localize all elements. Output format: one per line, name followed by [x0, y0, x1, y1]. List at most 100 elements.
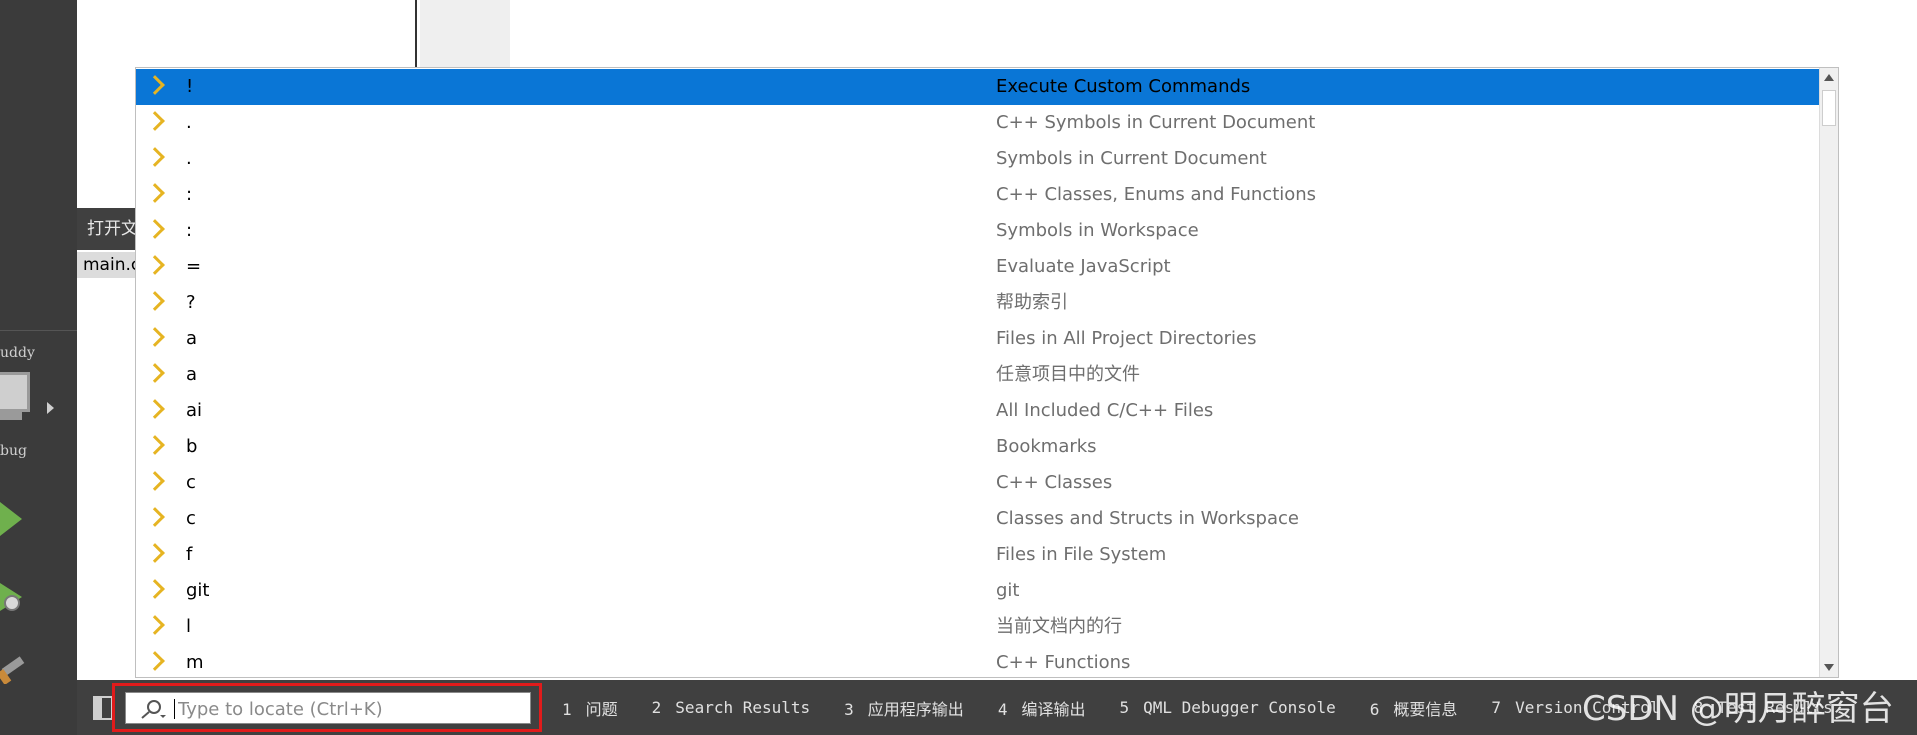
- search-icon: [141, 700, 166, 719]
- pane-number: 7: [1491, 698, 1502, 717]
- chevron-right-icon: [145, 363, 165, 383]
- locator-row[interactable]: c Classes and Structs in Workspace: [136, 501, 1819, 537]
- locator-row[interactable]: b Bookmarks: [136, 429, 1819, 465]
- open-document-item[interactable]: main.c: [77, 252, 137, 278]
- chevron-right-icon: [145, 75, 165, 95]
- output-pane-button[interactable]: 2 Search Results: [652, 698, 811, 717]
- locator-prefix: b: [186, 436, 198, 457]
- sidebar-label-buddy: uddy: [0, 345, 35, 361]
- locator-row[interactable]: : C++ Classes, Enums and Functions: [136, 177, 1819, 213]
- pane-number: 3: [844, 699, 854, 719]
- chevron-right-icon: [145, 399, 165, 419]
- locator-prefix: git: [186, 580, 210, 601]
- pane-label: Search Results: [675, 698, 811, 717]
- locator-description: git: [996, 580, 1020, 601]
- output-pane-button[interactable]: 5 QML Debugger Console: [1119, 698, 1335, 717]
- chevron-right-icon: [145, 147, 165, 167]
- kit-selector-arrow-icon[interactable]: [47, 402, 54, 414]
- locator-description: Classes and Structs in Workspace: [996, 508, 1299, 529]
- chevron-right-icon: [145, 471, 165, 491]
- locator-prefix: l: [186, 616, 192, 637]
- chevron-right-icon: [145, 543, 165, 563]
- build-hammer-icon[interactable]: [0, 650, 30, 684]
- scroll-thumb[interactable]: [1822, 90, 1836, 126]
- locator-input[interactable]: [176, 693, 530, 725]
- locator-description: Execute Custom Commands: [996, 76, 1251, 97]
- editor-gutter: [420, 0, 510, 68]
- locator-description: Evaluate JavaScript: [996, 256, 1171, 277]
- locator-description: C++ Symbols in Current Document: [996, 112, 1316, 133]
- pane-label: 概要信息: [1393, 699, 1458, 719]
- locator-prefix: a: [186, 364, 198, 385]
- locator-description: 任意项目中的文件: [996, 364, 1140, 385]
- scroll-down-arrow-icon[interactable]: [1824, 664, 1834, 671]
- chevron-right-icon: [145, 255, 165, 275]
- pane-label: 问题: [585, 699, 618, 719]
- locator-description: C++ Classes, Enums and Functions: [996, 184, 1317, 205]
- locator-description: Files in File System: [996, 544, 1167, 565]
- debug-run-icon[interactable]: [0, 583, 26, 615]
- locator-description: 当前文档内的行: [996, 616, 1122, 637]
- locator-row[interactable]: ! Execute Custom Commands: [136, 69, 1819, 105]
- open-documents-header: 打开文: [77, 208, 137, 250]
- locator-row[interactable]: git git: [136, 573, 1819, 609]
- pane-label: 编译输出: [1021, 699, 1086, 719]
- toggle-sidebar-button[interactable]: [93, 696, 113, 720]
- pane-label: QML Debugger Console: [1143, 698, 1336, 717]
- locator-row[interactable]: c C++ Classes: [136, 465, 1819, 501]
- locator-prefix: a: [186, 328, 198, 349]
- output-pane-button[interactable]: 4 编译输出: [998, 696, 1086, 720]
- chevron-right-icon: [145, 111, 165, 131]
- locator-row[interactable]: a 任意项目中的文件: [136, 357, 1819, 393]
- csdn-watermark: CSDN @明月醉窗台: [1582, 689, 1894, 729]
- locator-prefix: ?: [186, 292, 196, 313]
- locator-description: C++ Functions: [996, 652, 1131, 673]
- output-pane-button[interactable]: 1 问题: [562, 696, 618, 720]
- pane-number: 5: [1119, 698, 1130, 717]
- locator-prefix: ai: [186, 400, 203, 421]
- locator-row[interactable]: . C++ Symbols in Current Document: [136, 105, 1819, 141]
- locator-prefix: c: [186, 472, 196, 493]
- locator-description: Symbols in Current Document: [996, 148, 1267, 169]
- locator-prefix: f: [186, 544, 193, 565]
- locator-prefix: =: [186, 256, 202, 277]
- locator-row[interactable]: . Symbols in Current Document: [136, 141, 1819, 177]
- locator-field[interactable]: [125, 692, 531, 725]
- pane-label: 应用程序输出: [867, 699, 964, 719]
- output-pane-button[interactable]: 3 应用程序输出: [844, 696, 964, 720]
- locator-row[interactable]: : Symbols in Workspace: [136, 213, 1819, 249]
- chevron-right-icon: [145, 219, 165, 239]
- scroll-up-arrow-icon[interactable]: [1824, 74, 1834, 81]
- locator-row[interactable]: ai All Included C/C++ Files: [136, 393, 1819, 429]
- mode-sidebar: uddy bug: [0, 0, 77, 735]
- chevron-right-icon: [145, 435, 165, 455]
- locator-row[interactable]: f Files in File System: [136, 537, 1819, 573]
- locator-description: C++ Classes: [996, 472, 1113, 493]
- locator-row[interactable]: = Evaluate JavaScript: [136, 249, 1819, 285]
- locator-prefix: .: [186, 112, 192, 133]
- sidebar-divider: [0, 330, 77, 331]
- locator-description: All Included C/C++ Files: [996, 400, 1214, 421]
- pane-number: 2: [651, 698, 662, 717]
- chevron-right-icon: [145, 183, 165, 203]
- locator-description: Bookmarks: [996, 436, 1097, 457]
- locator-row[interactable]: l 当前文档内的行: [136, 609, 1819, 645]
- locator-scrollbar[interactable]: [1819, 68, 1838, 677]
- output-pane-button[interactable]: 6 概要信息: [1370, 696, 1458, 720]
- locator-description: Symbols in Workspace: [996, 220, 1199, 241]
- sidebar-label-debug: bug: [0, 443, 27, 459]
- locator-prefix: !: [186, 76, 194, 97]
- locator-prefix: :: [186, 220, 193, 241]
- run-icon[interactable]: [0, 502, 22, 536]
- locator-row[interactable]: ? 帮助索引: [136, 285, 1819, 321]
- chevron-right-icon: [145, 579, 165, 599]
- locator-row[interactable]: a Files in All Project Directories: [136, 321, 1819, 357]
- pane-number: 6: [1369, 699, 1380, 719]
- locator-prefix: .: [186, 148, 192, 169]
- editor-text-cursor: [415, 0, 417, 68]
- locator-row[interactable]: m C++ Functions: [136, 645, 1819, 677]
- monitor-icon[interactable]: [0, 372, 30, 412]
- locator-popup: ! Execute Custom Commands. C++ Symbols in …: [135, 67, 1839, 678]
- locator-prefix: :: [186, 184, 193, 205]
- locator-highlight-box: [112, 683, 542, 732]
